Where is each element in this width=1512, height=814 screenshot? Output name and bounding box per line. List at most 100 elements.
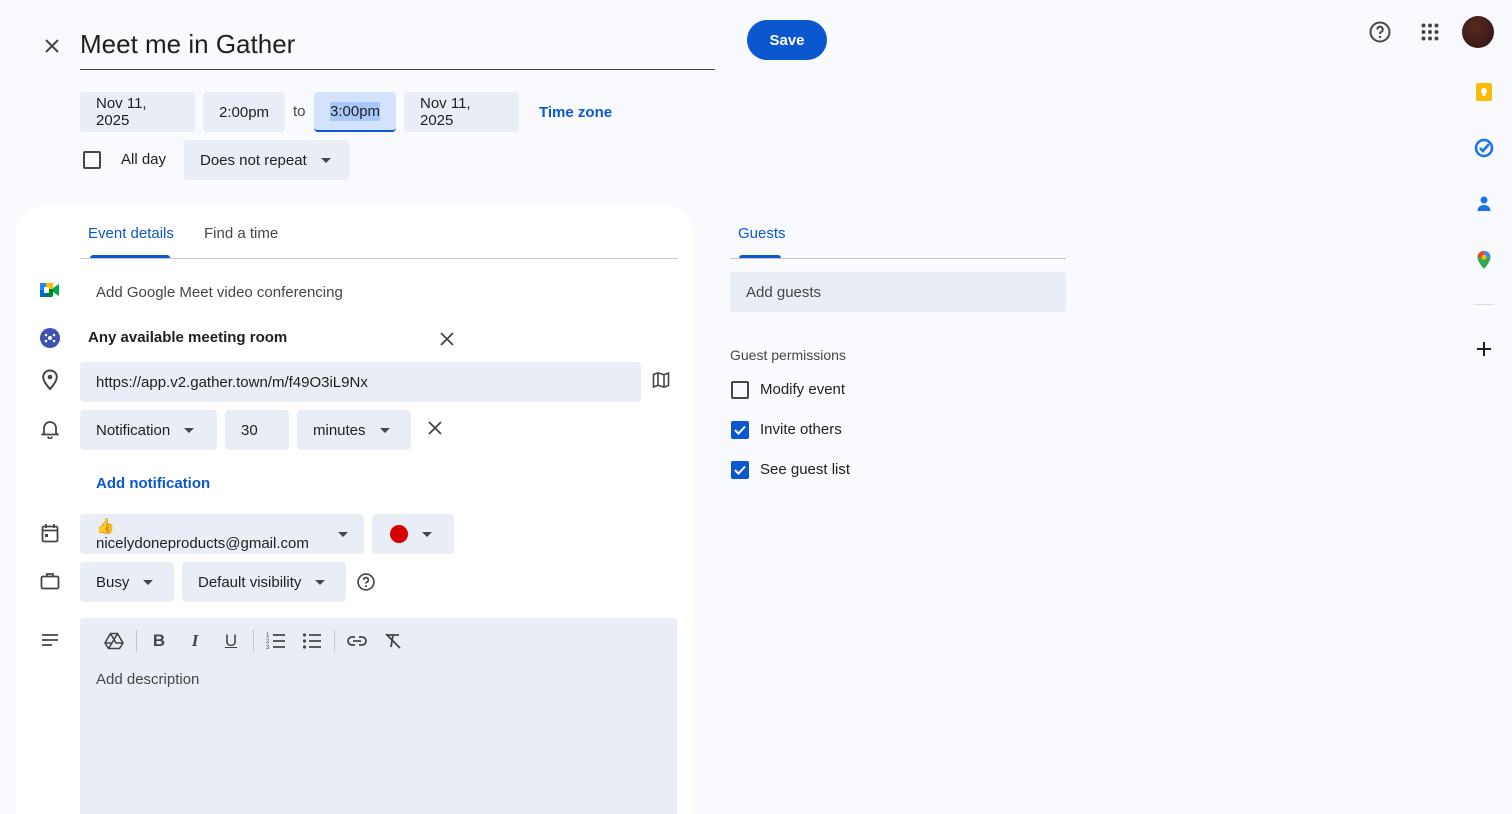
drive-attach-button[interactable] (100, 627, 128, 655)
apps-grid-icon (1421, 23, 1439, 41)
chevron-down-icon (315, 579, 326, 585)
event-color-dropdown[interactable] (372, 514, 454, 554)
tab-find-a-time[interactable]: Find a time (204, 225, 278, 242)
event-color-swatch (390, 525, 408, 543)
modify-event-checkbox[interactable] (731, 381, 749, 399)
tasks-button[interactable] (1470, 134, 1498, 162)
checkmark-icon (734, 465, 746, 475)
calendar-dropdown[interactable]: 👍 nicelydoneproducts@gmail.com (80, 514, 364, 554)
avatar[interactable] (1462, 16, 1494, 48)
bulleted-list-button[interactable] (298, 627, 326, 655)
chevron-down-icon (143, 579, 154, 585)
all-day-checkbox[interactable] (83, 151, 101, 169)
bold-button[interactable]: B (145, 627, 173, 655)
to-label: to (293, 103, 306, 120)
toolbar-divider (136, 630, 137, 652)
end-time-button[interactable]: 3:00pm (314, 92, 396, 132)
invite-others-label: Invite others (760, 421, 842, 438)
map-icon (652, 371, 670, 389)
end-date-button[interactable]: Nov 11, 2025 (404, 92, 519, 132)
visibility-text: Default visibility (198, 573, 302, 591)
notification-type-dropdown[interactable]: Notification (80, 410, 217, 450)
underline-button[interactable]: U (217, 627, 245, 655)
link-icon (347, 636, 367, 646)
visibility-dropdown[interactable]: Default visibility (182, 562, 346, 602)
underline-icon: U (224, 631, 238, 650)
help-icon (357, 573, 375, 591)
map-button[interactable] (649, 368, 673, 392)
location-text: https://app.v2.gather.town/m/f49O3iL9Nx (96, 373, 368, 391)
italic-icon: I (191, 631, 199, 650)
add-guests-placeholder: Add guests (746, 283, 822, 301)
keep-button[interactable] (1470, 78, 1498, 106)
remove-room-button[interactable] (435, 327, 459, 351)
bulleted-list-icon (302, 633, 321, 649)
chevron-down-icon (422, 531, 432, 537)
chevron-down-icon (338, 531, 348, 537)
rail-divider (1474, 304, 1494, 305)
notification-value-text: 30 (241, 421, 258, 439)
tab-guests[interactable]: Guests (738, 225, 786, 242)
chevron-down-icon (379, 427, 390, 433)
help-icon (1369, 21, 1391, 43)
contacts-icon (1477, 196, 1491, 211)
tabs-divider (80, 258, 678, 259)
bell-icon (38, 417, 62, 441)
all-day-label: All day (121, 151, 167, 168)
end-date-text: Nov 11, 2025 (420, 95, 471, 129)
description-editor[interactable]: B I U 123 Add description (80, 618, 677, 814)
drive-icon (104, 632, 124, 650)
description-toolbar: B I U 123 (100, 626, 660, 656)
maps-button[interactable] (1470, 246, 1498, 274)
remove-notification-button[interactable] (423, 416, 447, 440)
save-button[interactable]: Save (747, 20, 827, 60)
meeting-room-label: Any available meeting room (88, 329, 288, 346)
add-notification-link[interactable]: Add notification (96, 475, 210, 492)
availability-dropdown[interactable]: Busy (80, 562, 174, 602)
chevron-down-icon (184, 427, 195, 433)
briefcase-icon (38, 569, 62, 593)
add-guests-input[interactable]: Add guests (730, 272, 1066, 312)
close-icon (440, 332, 454, 346)
start-date-button[interactable]: Nov 11, 2025 (80, 92, 195, 132)
repeat-dropdown[interactable]: Does not repeat (184, 140, 350, 180)
description-placeholder: Add description (96, 671, 200, 688)
end-time-text: 3:00pm (330, 101, 381, 121)
notification-unit-text: minutes (313, 421, 366, 439)
close-icon (45, 39, 59, 53)
invite-others-checkbox[interactable] (731, 421, 749, 439)
svg-text:3: 3 (266, 645, 270, 650)
help-button[interactable] (1364, 16, 1396, 48)
see-guest-list-checkbox[interactable] (731, 461, 749, 479)
add-meet-button[interactable]: Add Google Meet video conferencing (96, 284, 343, 301)
toolbar-divider (334, 630, 335, 652)
contacts-button[interactable] (1470, 190, 1498, 218)
modify-event-label: Modify event (760, 381, 846, 398)
plus-icon (1477, 342, 1491, 356)
close-button[interactable] (36, 30, 68, 62)
location-input[interactable]: https://app.v2.gather.town/m/f49O3iL9Nx (80, 362, 641, 402)
toolbar-divider (253, 630, 254, 652)
add-addon-button[interactable] (1470, 335, 1498, 363)
chevron-down-icon (320, 157, 331, 163)
numbered-list-button[interactable]: 123 (262, 627, 290, 655)
notification-type-text: Notification (96, 421, 171, 439)
link-button[interactable] (343, 627, 371, 655)
tab-event-details[interactable]: Event details (88, 225, 174, 242)
start-date-text: Nov 11, 2025 (96, 95, 147, 129)
close-icon (428, 421, 442, 435)
time-zone-link[interactable]: Time zone (539, 104, 612, 121)
calendar-text: 👍 nicelydoneproducts@gmail.com (96, 517, 309, 552)
clear-formatting-button[interactable] (379, 627, 407, 655)
notification-unit-dropdown[interactable]: minutes (297, 410, 411, 450)
calendar-icon (38, 521, 62, 545)
visibility-help-button[interactable] (354, 570, 378, 594)
keep-icon (1476, 83, 1492, 101)
description-icon (38, 628, 62, 652)
location-pin-icon (38, 368, 62, 392)
start-time-button[interactable]: 2:00pm (203, 92, 285, 132)
notification-value-input[interactable]: 30 (225, 410, 289, 450)
apps-button[interactable] (1414, 16, 1446, 48)
italic-button[interactable]: I (181, 627, 209, 655)
event-title-input[interactable]: Meet me in Gather (80, 22, 715, 70)
